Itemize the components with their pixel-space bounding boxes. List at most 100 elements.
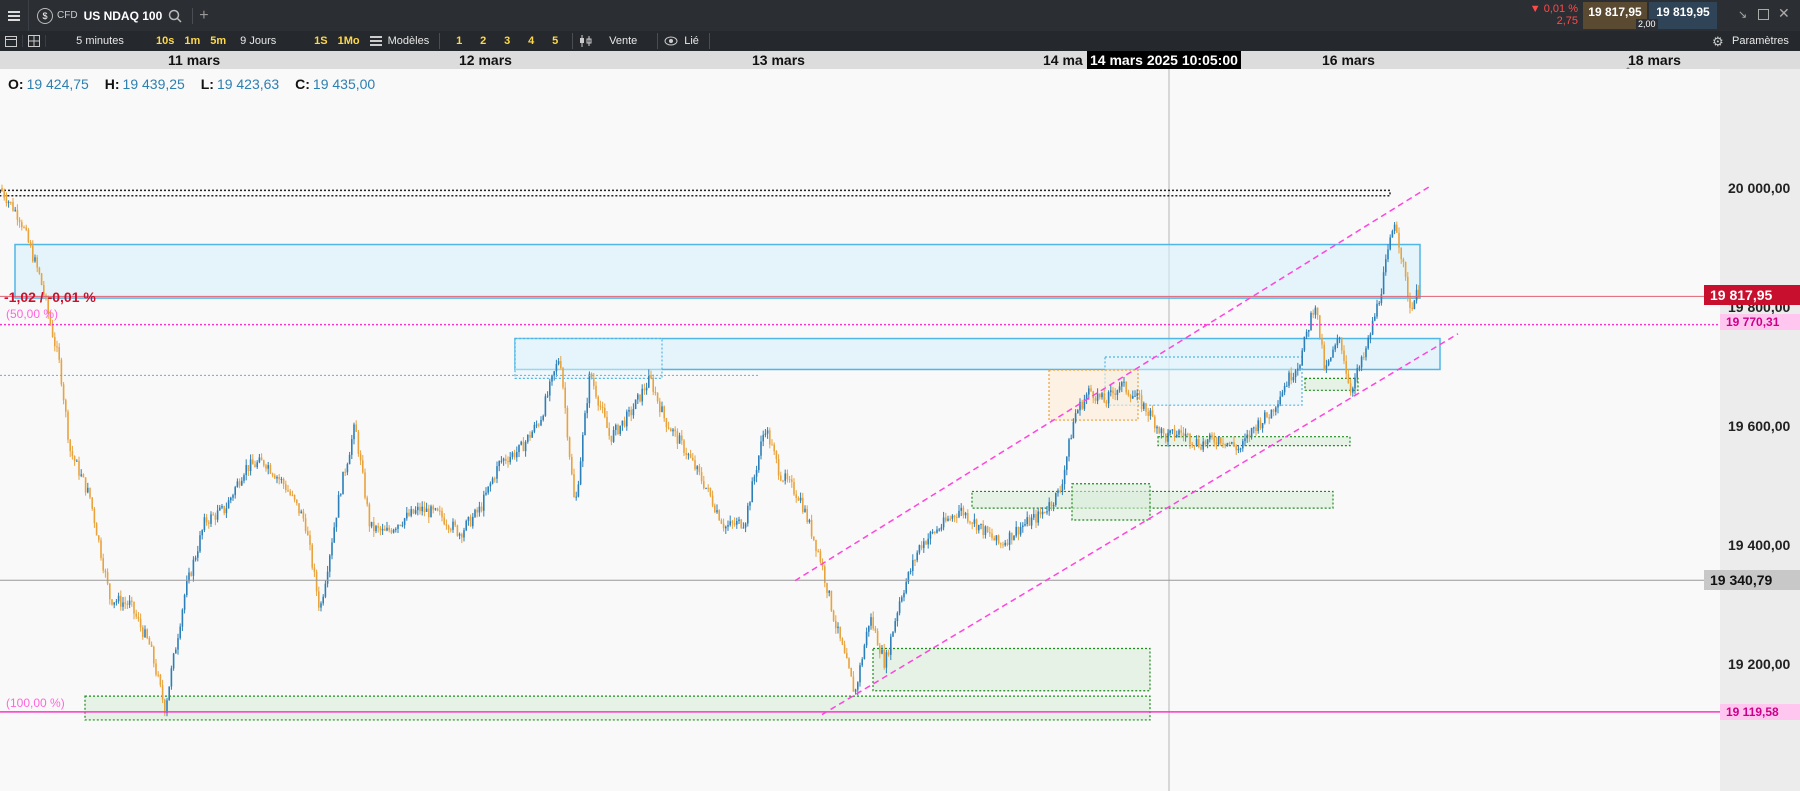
- candle-body: [1391, 231, 1394, 238]
- link-button[interactable]: Lié: [680, 33, 703, 49]
- candle-body: [854, 689, 857, 692]
- candle-body: [1352, 388, 1354, 393]
- settings-gear-icon[interactable]: ⚙: [1712, 34, 1724, 50]
- candle-body: [1371, 320, 1374, 335]
- candle-body: [234, 487, 236, 496]
- candle-body: [709, 487, 712, 496]
- candle-body: [241, 480, 243, 486]
- demand-zone-green: [1157, 436, 1351, 447]
- candle-body: [696, 466, 698, 470]
- candle-body: [161, 685, 164, 700]
- candle-body: [1039, 511, 1042, 515]
- interval-1s[interactable]: 1S: [310, 33, 331, 49]
- candle-body: [1004, 542, 1006, 546]
- candle-body: [678, 435, 681, 444]
- dollar-icon: $: [37, 7, 53, 24]
- candle-body: [1396, 224, 1398, 233]
- candle-body: [313, 567, 316, 572]
- add-tab-icon[interactable]: +: [199, 7, 208, 25]
- minimize-icon[interactable]: ↘: [1738, 8, 1747, 21]
- candle-body: [128, 600, 131, 605]
- candle-body: [859, 665, 861, 683]
- layout-2[interactable]: 2: [472, 33, 494, 49]
- candle-body: [623, 420, 626, 427]
- candle-body: [1178, 430, 1180, 435]
- candle-body: [830, 590, 833, 611]
- interval-select[interactable]: 5 minutes: [66, 33, 134, 49]
- candle-body: [194, 557, 197, 560]
- interval-10s[interactable]: 10s: [152, 33, 178, 49]
- candle-body: [993, 538, 995, 541]
- candle-body: [1160, 428, 1163, 434]
- candle-body: [315, 571, 318, 592]
- candle-body: [1028, 517, 1031, 526]
- panel-icon[interactable]: [0, 35, 22, 47]
- interval-1m[interactable]: 1m: [180, 33, 204, 49]
- candle-body: [329, 555, 331, 572]
- candle-body: [885, 652, 888, 668]
- candle-body: [82, 474, 85, 478]
- candle-body: [1248, 434, 1251, 438]
- candle-body: [1094, 398, 1097, 401]
- crosshair-time-label: 14 mars 2025 10:05:00: [1087, 51, 1241, 69]
- layout-3[interactable]: 3: [496, 33, 518, 49]
- close-icon[interactable]: ✕: [1778, 5, 1790, 22]
- sell-side-select[interactable]: Vente: [595, 33, 651, 49]
- instrument-name[interactable]: US NDAQ 100: [84, 9, 163, 23]
- models-button[interactable]: Modèles: [384, 33, 434, 49]
- candle-body: [1165, 433, 1167, 442]
- range-select[interactable]: 9 Jours: [236, 33, 304, 49]
- menu-icon[interactable]: [0, 0, 29, 31]
- candle-body: [441, 510, 443, 518]
- candle-body: [1345, 361, 1347, 374]
- layout-4[interactable]: 4: [520, 33, 542, 49]
- price-chart[interactable]: 19 200,0019 400,0019 600,0019 800,0020 0…: [0, 69, 1800, 791]
- candle-body: [659, 401, 661, 413]
- candle-body: [571, 456, 573, 475]
- candle-body: [1338, 337, 1341, 339]
- candle-body: [95, 523, 98, 536]
- candle-body: [760, 441, 762, 456]
- candle-body: [1057, 490, 1059, 493]
- candle-body: [480, 506, 483, 511]
- candle-body: [989, 532, 991, 534]
- candle-body: [549, 381, 551, 396]
- maximize-icon[interactable]: [1758, 9, 1769, 20]
- candle-body: [1286, 385, 1288, 387]
- candle-body: [1374, 316, 1376, 321]
- layout-5[interactable]: 5: [544, 33, 566, 49]
- candle-body: [1226, 442, 1229, 446]
- buy-price-box[interactable]: 19 819,95: [1649, 2, 1717, 29]
- candle-body: [1037, 511, 1039, 523]
- candle-body: [1002, 544, 1004, 546]
- layout-1[interactable]: 1: [448, 33, 470, 49]
- candle-body: [249, 459, 252, 471]
- candle-body: [333, 527, 335, 543]
- candle-body: [1191, 443, 1193, 446]
- candle-body: [509, 456, 511, 463]
- candle-body: [722, 523, 725, 529]
- candle-body: [172, 653, 175, 669]
- settings-button[interactable]: Paramètres: [1728, 33, 1793, 49]
- candle-body: [648, 375, 650, 388]
- candle-body: [991, 533, 993, 539]
- candle-body: [322, 596, 324, 604]
- candle-body: [590, 373, 593, 379]
- x-tick-label: 18 mars: [1628, 52, 1681, 68]
- search-icon[interactable]: [168, 9, 182, 23]
- interval-1mo[interactable]: 1Mo: [334, 33, 364, 49]
- candle-body: [1268, 417, 1270, 419]
- candle-body: [964, 512, 967, 516]
- candle-body: [595, 385, 597, 397]
- candle-body: [896, 612, 899, 622]
- candle-body: [93, 508, 96, 524]
- interval-5m[interactable]: 5m: [206, 33, 230, 49]
- candle-body: [311, 544, 313, 568]
- candle-body: [1215, 442, 1218, 445]
- grid-layout-icon[interactable]: [22, 35, 46, 47]
- candle-body: [1220, 437, 1222, 444]
- candle-body: [850, 667, 852, 677]
- candle-body: [153, 646, 155, 664]
- candle-body: [1013, 535, 1015, 541]
- candle-body: [21, 222, 23, 228]
